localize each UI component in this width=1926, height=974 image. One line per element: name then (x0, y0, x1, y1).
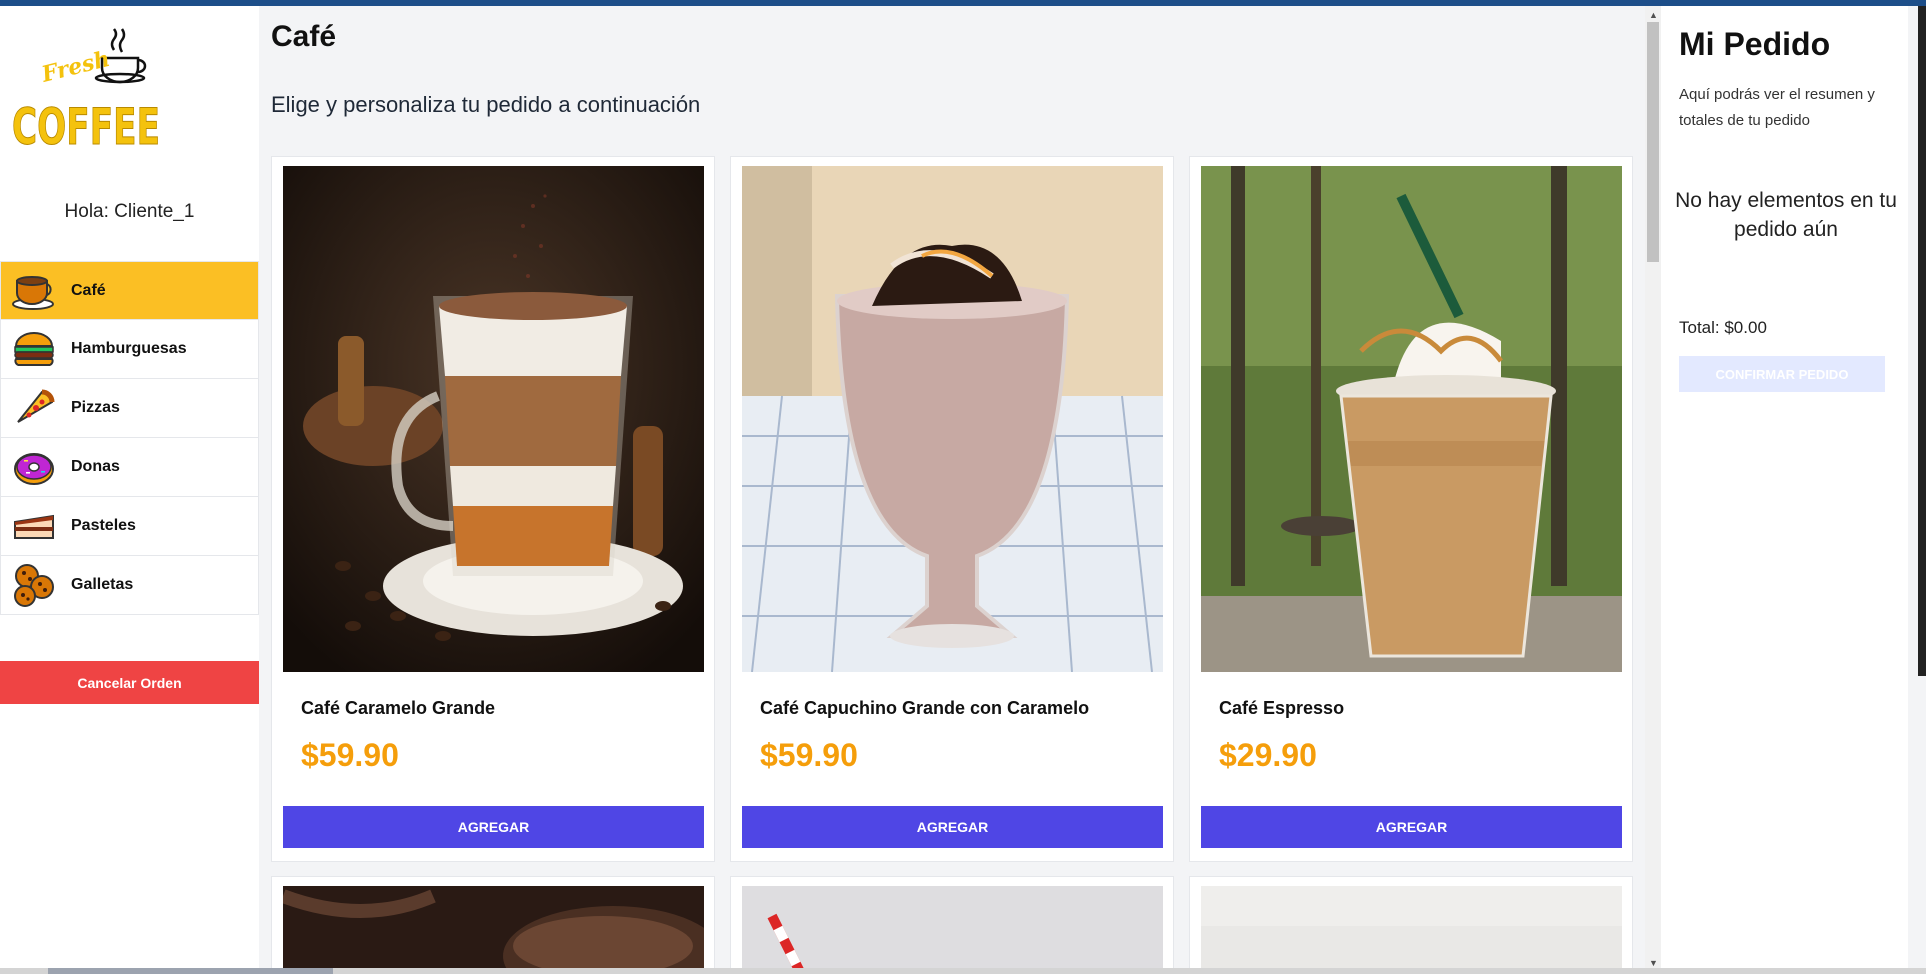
category-label: Café (71, 281, 106, 299)
order-description: Aquí podrás ver el resumen y totales de … (1679, 86, 1875, 129)
drink-straw-photo (742, 886, 1163, 974)
order-title: Mi Pedido (1679, 26, 1831, 62)
order-empty-message: No hay elementos en tu pedido aún (1675, 189, 1897, 241)
bottom-scroll-strip (0, 968, 1926, 974)
main-scrollbar-thumb[interactable] (1647, 22, 1659, 262)
pizza-icon (9, 383, 59, 433)
page-title: Café (271, 20, 337, 53)
product-card (730, 876, 1174, 974)
cancel-order-button[interactable]: Cancelar Orden (0, 661, 259, 704)
latte-photo (283, 166, 704, 672)
product-name: Café Caramelo Grande (301, 698, 496, 718)
page-subtitle: Elige y personaliza tu pedido a continua… (271, 92, 701, 117)
category-item-pizzas[interactable]: Pizzas (0, 379, 259, 438)
add-to-order-button[interactable]: AGREGAR (1201, 806, 1622, 848)
product-card: Café Capuchino Grande con Caramelo $59.9… (730, 156, 1174, 862)
light-drink-photo (1201, 886, 1622, 974)
category-item-donas[interactable]: Donas (0, 438, 259, 497)
order-panel: Mi Pedido Aquí podrás ver el resumen y t… (1661, 6, 1908, 974)
category-item-galletas[interactable]: Galletas (0, 556, 259, 615)
add-to-order-button[interactable]: AGREGAR (742, 806, 1163, 848)
main-content: Café Elige y personaliza tu pedido a con… (259, 6, 1645, 974)
frappe-photo (742, 166, 1163, 672)
product-name: Café Capuchino Grande con Caramelo (760, 698, 1090, 718)
product-card: Café Espresso $29.90 AGREGAR (1189, 156, 1633, 862)
fresh-coffee-logo: Fresh COFFEE (10, 20, 162, 157)
scroll-down-arrow-icon[interactable]: ▼ (1649, 958, 1658, 968)
product-card (1189, 876, 1633, 974)
category-item-pasteles[interactable]: Pasteles (0, 497, 259, 556)
product-card: Café Caramelo Grande $59.90 AGREGAR (271, 156, 715, 862)
iced-coffee-photo (1201, 166, 1622, 672)
order-total: Total: $0.00 (1679, 318, 1767, 337)
bottom-scroll-thumb[interactable] (48, 968, 333, 974)
cookies-icon (9, 560, 59, 610)
category-label: Pasteles (71, 517, 136, 534)
product-name: Café Espresso (1219, 698, 1345, 718)
category-label: Pizzas (71, 399, 120, 416)
category-label: Galletas (71, 576, 134, 593)
coffee-cup-icon (9, 266, 59, 316)
category-list: Café Hamburguesas Pizzas Donas Pasteles … (0, 261, 259, 615)
burger-icon (9, 324, 59, 374)
scroll-up-arrow-icon[interactable]: ▲ (1649, 10, 1658, 20)
product-price: $59.90 (301, 737, 399, 773)
svg-text:COFFEE: COFFEE (12, 98, 160, 152)
cake-icon (9, 501, 59, 551)
add-to-order-button[interactable]: AGREGAR (283, 806, 704, 848)
coffee-beans-photo (283, 886, 704, 974)
window-scrollbar[interactable] (1918, 6, 1926, 676)
product-price: $29.90 (1219, 737, 1317, 773)
sidebar: Fresh COFFEE Hola: Cliente_1 Café Hambur… (0, 6, 259, 974)
category-label: Hamburguesas (71, 340, 187, 357)
greeting-text: Hola: Cliente_1 (64, 201, 195, 222)
product-card (271, 876, 715, 974)
confirm-order-button[interactable]: CONFIRMAR PEDIDO (1679, 356, 1885, 392)
category-label: Donas (71, 458, 120, 475)
category-item-hamburguesas[interactable]: Hamburguesas (0, 320, 259, 379)
category-item-cafe[interactable]: Café (0, 261, 259, 320)
product-price: $59.90 (760, 737, 858, 773)
donut-icon (9, 442, 59, 492)
